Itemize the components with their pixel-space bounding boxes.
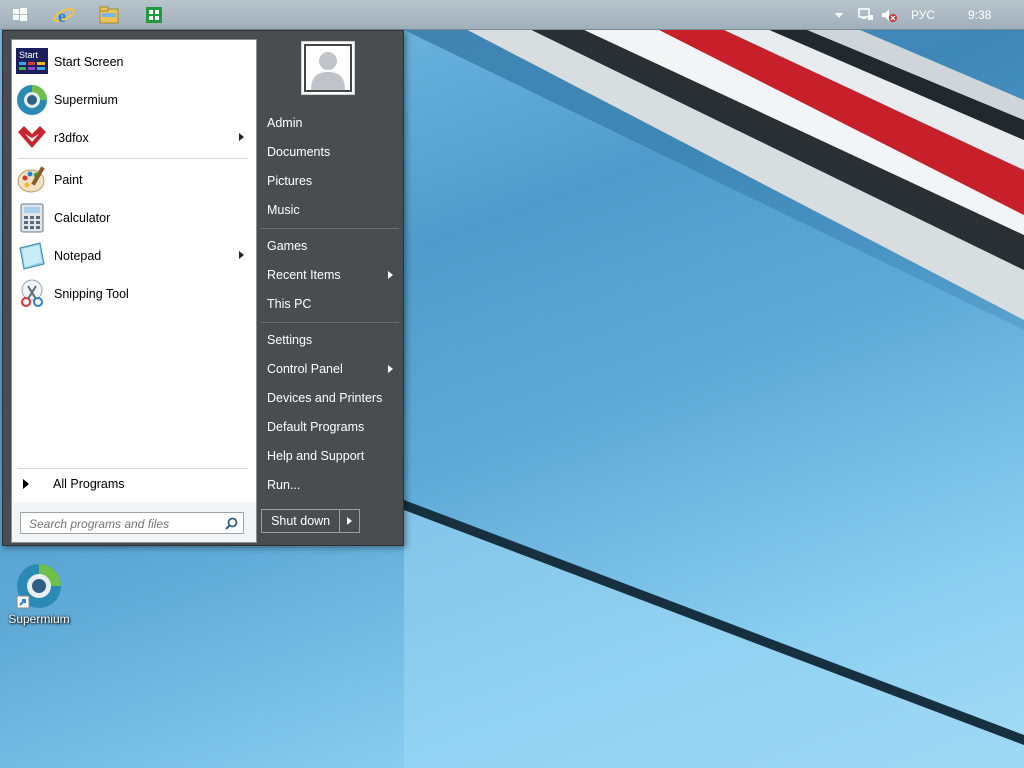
- place-label: Recent Items: [267, 268, 341, 282]
- program-label: Paint: [54, 173, 83, 187]
- user-icon: [304, 44, 352, 92]
- program-supermium[interactable]: Supermium: [16, 82, 252, 118]
- place-default-programs[interactable]: Default Programs: [267, 415, 399, 439]
- expand-arrow-icon: [23, 479, 29, 489]
- places-pane: Admin Documents Pictures Music Games Rec…: [261, 31, 403, 545]
- separator: [18, 468, 248, 469]
- svg-text:e: e: [58, 6, 66, 26]
- shutdown-control: Shut down: [261, 509, 360, 533]
- separator: [261, 228, 399, 229]
- submenu-arrow-icon: [388, 365, 393, 373]
- program-label: Notepad: [54, 249, 102, 263]
- taskbar: e РУС 9:38: [0, 0, 1024, 30]
- place-admin[interactable]: Admin: [267, 111, 399, 135]
- separator: [261, 322, 399, 323]
- program-start-screen[interactable]: Start Start Screen: [16, 44, 252, 80]
- store-icon[interactable]: [142, 3, 166, 27]
- separator: [18, 158, 248, 159]
- program-paint[interactable]: Paint: [16, 162, 252, 198]
- search-area: [12, 502, 256, 542]
- shutdown-options-button[interactable]: [340, 510, 359, 532]
- search-input[interactable]: [27, 516, 221, 532]
- notepad-icon: [16, 240, 48, 272]
- user-avatar[interactable]: [301, 41, 355, 95]
- program-label: r3dfox: [54, 131, 89, 145]
- place-label: Admin: [267, 116, 303, 130]
- submenu-arrow-icon: [239, 133, 244, 141]
- all-programs-button[interactable]: All Programs: [12, 470, 256, 498]
- program-label: Snipping Tool: [54, 287, 129, 301]
- volume-muted-icon[interactable]: [880, 0, 898, 30]
- calculator-icon: [16, 202, 48, 234]
- submenu-arrow-icon: [388, 271, 393, 279]
- internet-explorer-icon[interactable]: e: [52, 3, 76, 27]
- desktop-icon-supermium[interactable]: Supermium: [6, 562, 72, 632]
- program-r3dfox[interactable]: r3dfox: [16, 120, 252, 156]
- windows-start-icon[interactable]: [8, 3, 32, 27]
- place-settings[interactable]: Settings: [267, 328, 399, 352]
- shutdown-button[interactable]: Shut down: [262, 510, 341, 532]
- place-label: Devices and Printers: [267, 391, 383, 405]
- snipping-tool-icon: [16, 278, 48, 310]
- program-snipping-tool[interactable]: Snipping Tool: [16, 276, 252, 312]
- program-label: Supermium: [54, 93, 118, 107]
- paint-icon: [16, 164, 48, 196]
- place-label: Pictures: [267, 174, 313, 188]
- place-pictures[interactable]: Pictures: [267, 169, 399, 193]
- place-label: Default Programs: [267, 420, 365, 434]
- supermium-icon: [16, 84, 48, 116]
- program-calculator[interactable]: Calculator: [16, 200, 252, 236]
- place-label: Run...: [267, 478, 301, 492]
- search-icon[interactable]: [225, 517, 238, 530]
- place-recent-items[interactable]: Recent Items: [267, 263, 399, 287]
- place-label: Music: [267, 203, 300, 217]
- start-screen-icon: Start: [16, 46, 48, 78]
- svg-text:Start: Start: [19, 50, 39, 60]
- place-this-pc[interactable]: This PC: [267, 292, 399, 316]
- place-music[interactable]: Music: [267, 198, 399, 222]
- submenu-arrow-icon: [239, 251, 244, 259]
- language-indicator[interactable]: РУС: [911, 0, 935, 30]
- place-documents[interactable]: Documents: [267, 140, 399, 164]
- place-help-and-support[interactable]: Help and Support: [267, 444, 399, 468]
- place-devices-and-printers[interactable]: Devices and Printers: [267, 386, 399, 410]
- show-hidden-icons-button[interactable]: [832, 0, 846, 30]
- programs-pane: Start Start Screen Supermium r3dfox Pain…: [11, 39, 257, 543]
- all-programs-label: All Programs: [53, 477, 125, 491]
- place-games[interactable]: Games: [267, 234, 399, 258]
- start-menu: Start Start Screen Supermium r3dfox Pain…: [2, 30, 404, 546]
- place-label: This PC: [267, 297, 312, 311]
- program-label: Start Screen: [54, 55, 124, 69]
- file-explorer-icon[interactable]: [97, 3, 121, 27]
- place-control-panel[interactable]: Control Panel: [267, 357, 399, 381]
- network-icon[interactable]: [856, 0, 874, 30]
- supermium-icon: [16, 564, 61, 609]
- search-box[interactable]: [20, 512, 244, 534]
- place-label: Settings: [267, 333, 313, 347]
- r3dfox-icon: [16, 122, 48, 154]
- program-label: Calculator: [54, 211, 111, 225]
- place-label: Documents: [267, 145, 331, 159]
- program-notepad[interactable]: Notepad: [16, 238, 252, 274]
- desktop-icon-label: Supermium: [8, 612, 70, 626]
- place-label: Control Panel: [267, 362, 343, 376]
- place-label: Games: [267, 239, 308, 253]
- place-run[interactable]: Run...: [267, 473, 399, 497]
- place-label: Help and Support: [267, 449, 365, 463]
- clock[interactable]: 9:38: [968, 0, 991, 30]
